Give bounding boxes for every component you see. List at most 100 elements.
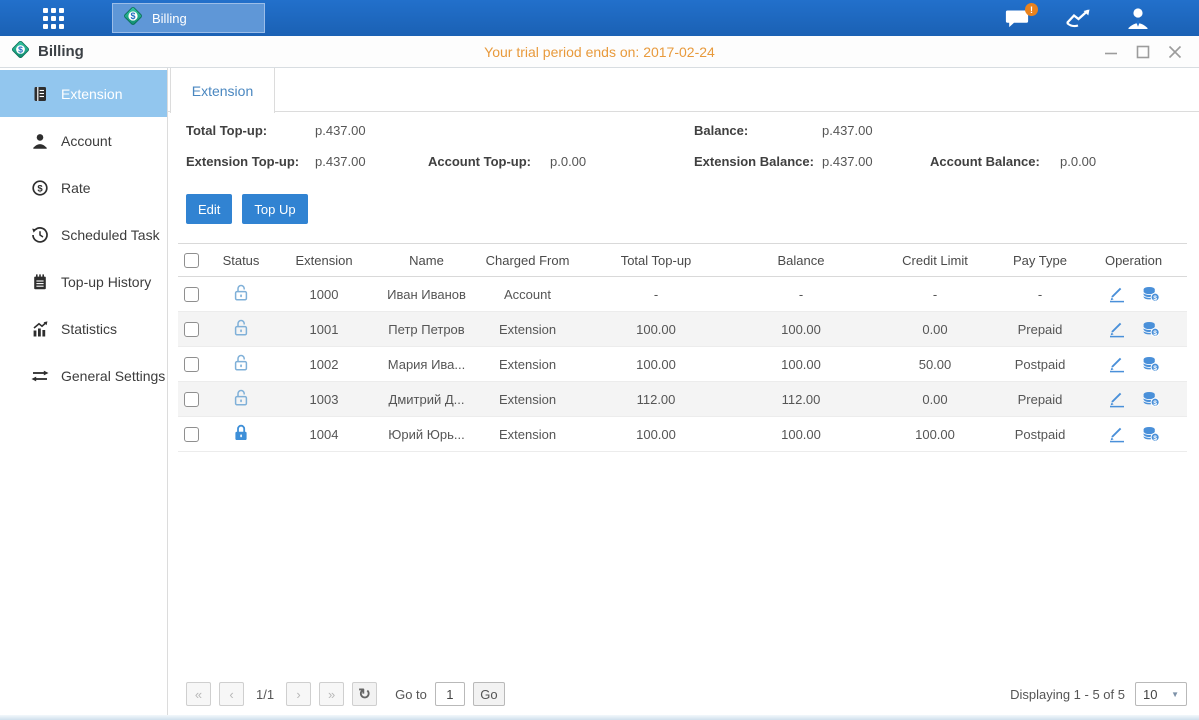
pay-type-cell: Postpaid xyxy=(1000,427,1080,442)
balance-value: p.437.00 xyxy=(822,123,873,138)
svg-text:$: $ xyxy=(1153,330,1157,337)
tabstrip: Extension xyxy=(168,68,1199,112)
edit-row-icon[interactable] xyxy=(1108,320,1126,338)
status-cell xyxy=(212,353,270,375)
extension-topup-value: p.437.00 xyxy=(315,154,366,169)
col-extension-header: Extension xyxy=(270,253,378,268)
extension-table: Status Extension Name Charged From Total… xyxy=(178,243,1187,452)
sidebar-item-scheduled-task[interactable]: Scheduled Task xyxy=(0,211,167,258)
total-topup-cell: 100.00 xyxy=(580,322,732,337)
credit-limit-cell: 50.00 xyxy=(870,357,1000,372)
table-row[interactable]: 1003 Дмитрий Д... Extension 112.00 112.0… xyxy=(178,382,1187,417)
top-up-row-icon[interactable]: $ xyxy=(1142,285,1160,303)
col-status-header: Status xyxy=(212,253,270,268)
total-topup-label: Total Top-up: xyxy=(186,123,267,138)
credit-limit-cell: 0.00 xyxy=(870,392,1000,407)
sidebar-item-label: Top-up History xyxy=(61,274,151,290)
goto-page-input[interactable] xyxy=(435,682,465,706)
topbar: $ Billing ! xyxy=(0,0,1199,36)
row-checkbox[interactable] xyxy=(184,392,199,407)
pagination-bar: « ‹ 1/1 › » ↻ Go to Go Displaying 1 - 5 … xyxy=(186,682,1187,706)
name-cell: Мария Ива... xyxy=(378,357,475,372)
refresh-icon[interactable]: ↻ xyxy=(352,682,377,706)
tab-extension[interactable]: Extension xyxy=(170,68,275,113)
pay-type-cell: Prepaid xyxy=(1000,322,1080,337)
col-balance-header: Balance xyxy=(732,253,870,268)
sidebar-item-statistics[interactable]: Statistics xyxy=(0,305,167,352)
chevron-down-icon: ▼ xyxy=(1171,690,1179,699)
total-topup-cell: - xyxy=(580,287,732,302)
top-up-row-icon[interactable]: $ xyxy=(1142,425,1160,443)
col-operation-header: Operation xyxy=(1080,253,1187,268)
notifications-icon[interactable]: ! xyxy=(1001,4,1035,32)
minimize-icon[interactable] xyxy=(1103,44,1119,60)
balance-cell: 100.00 xyxy=(732,357,870,372)
row-checkbox[interactable] xyxy=(184,427,199,442)
table-header-row: Status Extension Name Charged From Total… xyxy=(178,243,1187,277)
svg-text:$: $ xyxy=(1153,400,1157,407)
extension-cell: 1000 xyxy=(270,287,378,302)
close-icon[interactable] xyxy=(1167,44,1183,60)
sidebar-item-label: Statistics xyxy=(61,321,117,337)
status-cell xyxy=(212,423,270,445)
apps-grid-icon[interactable] xyxy=(38,3,68,33)
edit-row-icon[interactable] xyxy=(1108,390,1126,408)
page-size-dropdown[interactable]: 10 ▼ xyxy=(1135,682,1187,706)
sliders-icon xyxy=(30,366,49,385)
resource-monitor-icon[interactable] xyxy=(1061,4,1095,32)
status-cell xyxy=(212,388,270,410)
svg-text:$: $ xyxy=(130,11,135,21)
person-icon xyxy=(30,131,49,150)
extension-cell: 1002 xyxy=(270,357,378,372)
unlocked-icon xyxy=(233,318,249,340)
taskbar-item-billing[interactable]: $ Billing xyxy=(112,3,265,33)
table-row[interactable]: 1001 Петр Петров Extension 100.00 100.00… xyxy=(178,312,1187,347)
table-row[interactable]: 1000 Иван Иванов Account - - - - xyxy=(178,277,1187,312)
edit-row-icon[interactable] xyxy=(1108,285,1126,303)
status-cell xyxy=(212,283,270,305)
edit-button[interactable]: Edit xyxy=(186,194,232,224)
account-topup-label: Account Top-up: xyxy=(428,154,531,169)
svg-text:$: $ xyxy=(1153,295,1157,302)
row-checkbox[interactable] xyxy=(184,287,199,302)
total-topup-cell: 100.00 xyxy=(580,357,732,372)
name-cell: Петр Петров xyxy=(378,322,475,337)
table-row[interactable]: 1004 Юрий Юрь... Extension 100.00 100.00… xyxy=(178,417,1187,452)
extension-balance-label: Extension Balance: xyxy=(694,154,814,169)
top-up-row-icon[interactable]: $ xyxy=(1142,355,1160,373)
last-page-button[interactable]: » xyxy=(319,682,344,706)
next-page-button[interactable]: › xyxy=(286,682,311,706)
name-cell: Дмитрий Д... xyxy=(378,392,475,407)
top-up-row-icon[interactable]: $ xyxy=(1142,320,1160,338)
balance-cell: 100.00 xyxy=(732,322,870,337)
top-up-button[interactable]: Top Up xyxy=(242,194,307,224)
svg-text:$: $ xyxy=(18,44,23,54)
table-row[interactable]: 1002 Мария Ива... Extension 100.00 100.0… xyxy=(178,347,1187,382)
user-account-icon[interactable] xyxy=(1121,4,1155,32)
first-page-button[interactable]: « xyxy=(186,682,211,706)
credit-limit-cell: 0.00 xyxy=(870,322,1000,337)
row-checkbox[interactable] xyxy=(184,357,199,372)
status-cell xyxy=(212,318,270,340)
row-checkbox[interactable] xyxy=(184,322,199,337)
sidebar-item-label: General Settings xyxy=(61,368,165,384)
sidebar-item-account[interactable]: Account xyxy=(0,117,167,164)
sidebar-item-topup-history[interactable]: Top-up History xyxy=(0,258,167,305)
maximize-icon[interactable] xyxy=(1135,44,1151,60)
window-bottom-edge xyxy=(0,715,1199,720)
sidebar-item-extension[interactable]: Extension xyxy=(0,70,167,117)
top-up-row-icon[interactable]: $ xyxy=(1142,390,1160,408)
goto-label: Go to xyxy=(395,687,427,702)
edit-row-icon[interactable] xyxy=(1108,355,1126,373)
prev-page-button[interactable]: ‹ xyxy=(219,682,244,706)
extension-cell: 1004 xyxy=(270,427,378,442)
charged-from-cell: Account xyxy=(475,287,580,302)
sidebar-item-general-settings[interactable]: General Settings xyxy=(0,352,167,399)
go-button[interactable]: Go xyxy=(473,682,505,706)
sidebar-item-rate[interactable]: $ Rate xyxy=(0,164,167,211)
trial-notice: Your trial period ends on: 2017-02-24 xyxy=(0,44,1199,60)
total-topup-cell: 100.00 xyxy=(580,427,732,442)
select-all-checkbox[interactable] xyxy=(184,253,199,268)
edit-row-icon[interactable] xyxy=(1108,425,1126,443)
window-titlebar: $ Billing Your trial period ends on: 201… xyxy=(0,36,1199,68)
